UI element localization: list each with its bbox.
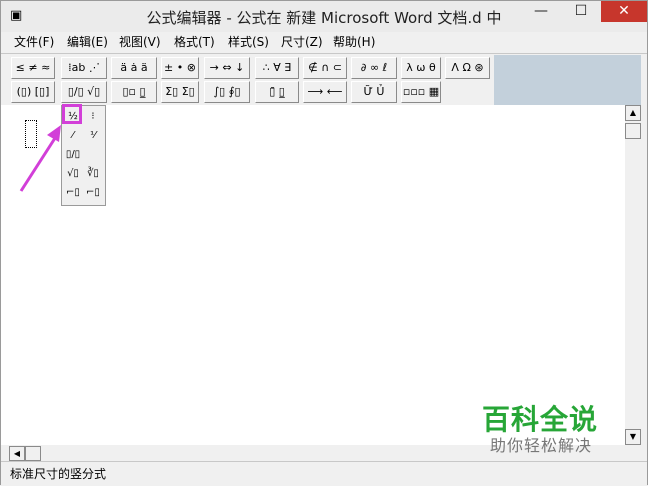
equation-editor-window: ▣ 公式编辑器 - 公式在 新建 Microsoft Word 文档.d 中 —… [0, 0, 648, 485]
scroll-up-button[interactable]: ▲ [625, 105, 641, 121]
status-bar: 标准尺寸的竖分式 [1, 461, 647, 485]
watermark-slogan: 助你轻松解决 [490, 436, 593, 455]
scroll-down-button[interactable]: ▼ [625, 429, 641, 445]
horizontal-scroll-thumb[interactable] [25, 446, 41, 461]
vertical-scrollbar[interactable]: ▲ ▼ [625, 105, 641, 446]
scroll-left-button[interactable]: ◀ [9, 446, 25, 461]
arrow-shaft [19, 134, 59, 192]
scroll-thumb[interactable] [625, 123, 641, 139]
status-text: 标准尺寸的竖分式 [10, 467, 107, 481]
